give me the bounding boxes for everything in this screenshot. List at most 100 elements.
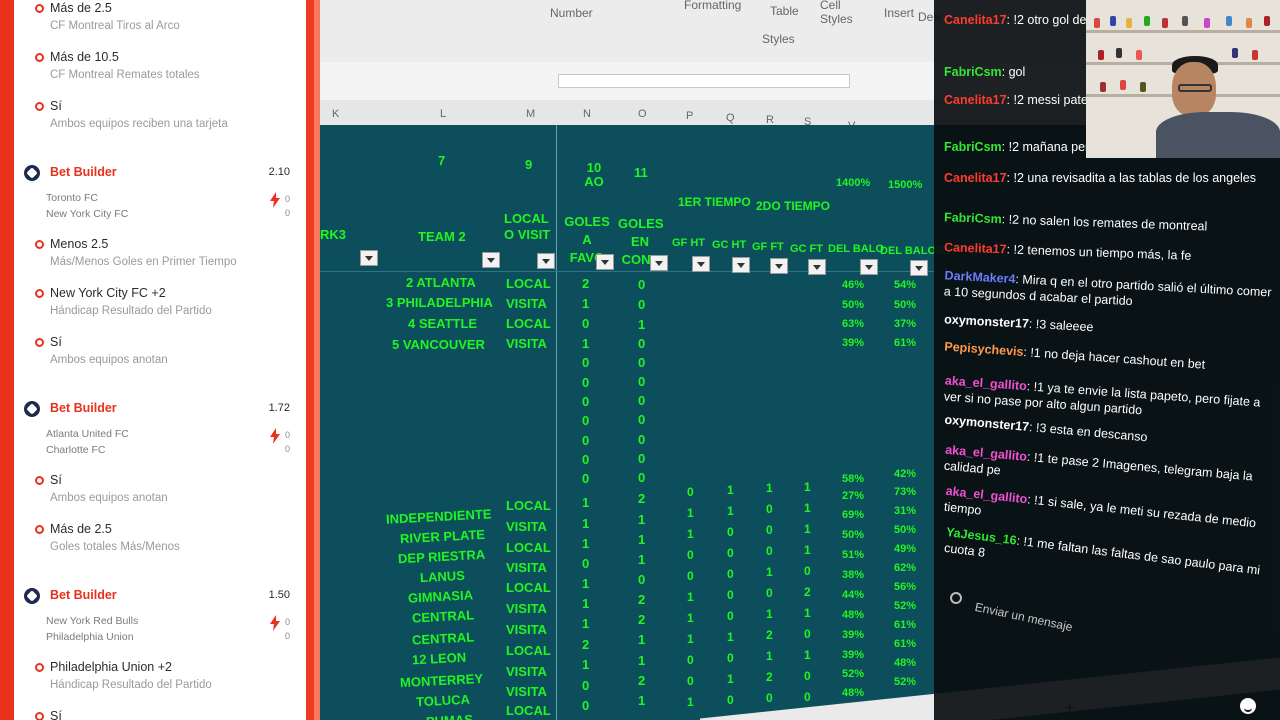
- cell-team: 3 PHILADELPHIA: [386, 295, 493, 310]
- chat-text: !2 no salen los remates de montreal: [1008, 212, 1208, 234]
- col-header[interactable]: N: [583, 108, 591, 120]
- selection-item[interactable]: Sí Ambos equipos reciben una tarjeta: [35, 98, 300, 132]
- figure: [1100, 82, 1106, 92]
- cell-team: 2 ATLANTA: [406, 275, 476, 290]
- selection-title: Menos 2.5: [50, 237, 109, 251]
- figure: [1226, 16, 1232, 26]
- filter-dropdown-button[interactable]: [860, 259, 878, 275]
- score-home: 0: [284, 194, 290, 204]
- cell-pct-1: 51%: [842, 549, 865, 561]
- chat-input[interactable]: Enviar un mensaje: [934, 580, 1174, 640]
- selection-item[interactable]: Sí Ambos equipos anotan: [35, 334, 300, 368]
- figure: [1140, 82, 1146, 92]
- cell-goals-against: 0: [638, 374, 646, 389]
- ribbon-number-group[interactable]: Number: [550, 6, 593, 20]
- selection-item[interactable]: Sí: [35, 708, 300, 720]
- cell-local-visita: VISITA: [506, 622, 547, 637]
- team-home: New York Red Bulls: [46, 615, 139, 627]
- ribbon-insert[interactable]: Insert: [884, 6, 914, 20]
- ribbon-conditional-formatting[interactable]: Formatting: [684, 0, 741, 12]
- filter-dropdown-button[interactable]: [596, 254, 614, 270]
- filter-dropdown-button[interactable]: [482, 252, 500, 268]
- cell-pct-2: 49%: [894, 543, 917, 555]
- ribbon-cell-styles[interactable]: Cell Styles: [820, 0, 860, 26]
- cell-goals-for: 1: [582, 336, 590, 351]
- selection-market: Más/Menos Goles en Primer Tiempo: [50, 256, 237, 268]
- soccer-ball-icon: [24, 588, 40, 604]
- filter-dropdown-button[interactable]: [808, 259, 826, 275]
- figure: [1120, 80, 1126, 90]
- cell-pct-2: 61%: [894, 638, 917, 650]
- header-gc-ft: GC FT: [790, 243, 823, 255]
- cell-goals-against: 1: [638, 632, 646, 647]
- header-number-m: 9: [525, 157, 533, 172]
- cell-local-visita: VISITA: [506, 519, 547, 534]
- cell-goals-against: 0: [638, 297, 646, 312]
- col-header[interactable]: O: [638, 108, 647, 120]
- cell-gc-ft: 2: [804, 585, 811, 599]
- selection-item[interactable]: Menos 2.5 Más/Menos Goles en Primer Tiem…: [35, 236, 300, 270]
- cell-pct-2: 50%: [894, 524, 917, 536]
- ribbon-format-as-table[interactable]: Table: [770, 4, 799, 18]
- cell-pct-1: 58%: [842, 473, 865, 485]
- cell-goals-for: 0: [582, 556, 590, 571]
- filter-dropdown-button[interactable]: [692, 256, 710, 272]
- cell-team: CENTRAL: [411, 629, 475, 648]
- selection-item[interactable]: Más de 2.5 CF Montreal Tiros al Arco: [35, 0, 300, 34]
- cell-local-visita: LOCAL: [506, 276, 551, 291]
- selection-item[interactable]: Philadelphia Union +2 Hándicap Resultado…: [35, 659, 300, 693]
- selection-item[interactable]: New York City FC +2 Hándicap Resultado d…: [35, 285, 300, 319]
- cell-gf-ht: 1: [687, 590, 694, 604]
- cell-goals-against: 0: [638, 470, 646, 485]
- selection-dot-icon: [35, 53, 44, 62]
- cell-gc-ft: 1: [804, 648, 811, 662]
- bet-builder-header[interactable]: Bet Builder 1.50 New York Red Bulls Phil…: [24, 587, 300, 643]
- chat-message: Canelita17: !2 una revisadita a las tabl…: [944, 171, 1257, 185]
- bet-builder-header[interactable]: Bet Builder 1.72 Atlanta United FC Charl…: [24, 400, 300, 456]
- col-header[interactable]: P: [686, 110, 693, 122]
- col-header[interactable]: K: [332, 108, 339, 120]
- cell-pct-1: 48%: [842, 687, 865, 699]
- filter-dropdown-button[interactable]: [732, 257, 750, 273]
- cell-goals-against: 0: [638, 355, 646, 370]
- chat-username: Canelita17: [944, 171, 1007, 185]
- selection-item[interactable]: Más de 2.5 Goles totales Más/Menos: [35, 521, 300, 555]
- score-away: 0: [284, 631, 290, 641]
- cell-gf-ft: 2: [766, 670, 773, 684]
- formula-bar[interactable]: [558, 74, 850, 88]
- cell-team: MONTERREY: [399, 670, 484, 691]
- cell-team: TOLUCA: [415, 691, 471, 710]
- col-header[interactable]: L: [440, 108, 446, 120]
- cell-gc-ht: 1: [727, 630, 734, 644]
- cell-local-visita: VISITA: [506, 336, 547, 351]
- selection-dot-icon: [35, 240, 44, 249]
- selection-item[interactable]: Sí Ambos equipos anotan: [35, 472, 300, 506]
- header-number-w: 1500%: [888, 179, 923, 191]
- col-header[interactable]: M: [526, 108, 535, 120]
- filter-dropdown-button[interactable]: [770, 258, 788, 274]
- score-away: 0: [284, 208, 290, 218]
- filter-dropdown-button[interactable]: [537, 253, 555, 269]
- col-header[interactable]: Q: [726, 112, 735, 124]
- chat-settings-icon[interactable]: [948, 590, 964, 606]
- filter-dropdown-button[interactable]: [650, 255, 668, 271]
- selection-market: Hándicap Resultado del Partido: [50, 679, 212, 691]
- figure: [1110, 16, 1116, 26]
- cell-pct-1: 48%: [842, 609, 865, 621]
- live-bolt-icon: [270, 428, 280, 444]
- cell-pct-2: 48%: [894, 657, 917, 669]
- header-gc-ht: GC HT: [712, 239, 747, 251]
- filter-dropdown-button[interactable]: [360, 250, 378, 266]
- emoji-icon[interactable]: [1240, 698, 1256, 714]
- cell-goals-for: 1: [582, 516, 590, 531]
- score-away: 0: [284, 444, 290, 454]
- cell-goals-against: 2: [638, 612, 646, 627]
- selection-item[interactable]: Más de 10.5 CF Montreal Remates totales: [35, 49, 300, 83]
- header-gf-ft: GF FT: [752, 241, 784, 253]
- cell-team: RIVER PLATE: [399, 526, 486, 547]
- bet-builder-header[interactable]: Bet Builder 2.10 Toronto FC New York Cit…: [24, 164, 300, 220]
- cell-goals-for: 1: [582, 596, 590, 611]
- figure: [1252, 50, 1258, 60]
- webcam-feed: [1086, 0, 1280, 158]
- filter-dropdown-button[interactable]: [910, 260, 928, 276]
